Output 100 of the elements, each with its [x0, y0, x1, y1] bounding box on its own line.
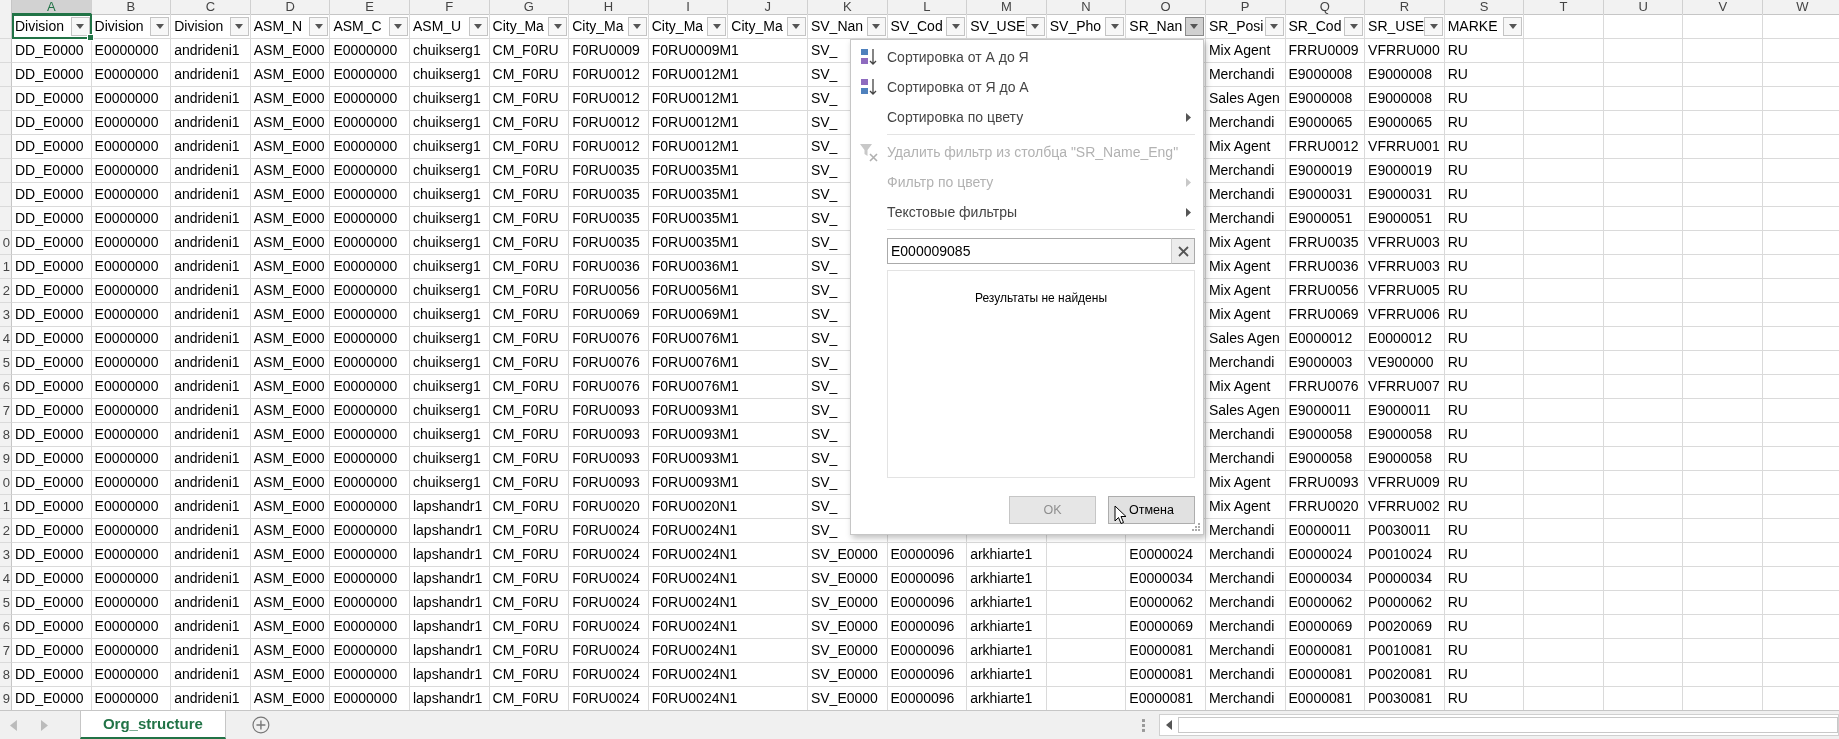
- column-header[interactable]: P: [1205, 0, 1286, 15]
- table-cell: ASM_E000: [250, 231, 331, 255]
- filter-dropdown-button[interactable]: [1503, 16, 1523, 36]
- column-header[interactable]: U: [1603, 0, 1684, 15]
- table-cell: FRRU0035: [1285, 231, 1366, 255]
- row-header[interactable]: 5: [0, 591, 12, 615]
- table-cell: E0000069: [1285, 615, 1366, 639]
- filter-dropdown-button[interactable]: [548, 16, 568, 36]
- table-cell: SV_E0000: [807, 663, 888, 687]
- sheet-tab[interactable]: Org_structure: [79, 710, 226, 739]
- filter-dropdown-button[interactable]: [786, 16, 806, 36]
- resize-grip-icon[interactable]: [1191, 522, 1201, 532]
- mouse-cursor-icon: [1114, 505, 1127, 525]
- filter-dropdown-button[interactable]: [1105, 16, 1125, 36]
- table-cell: lapshandr1: [409, 567, 490, 591]
- table-cell: andrideni1: [171, 351, 251, 375]
- table-cell: VFRRU006: [1365, 303, 1445, 327]
- filter-dropdown-button[interactable]: [150, 16, 170, 36]
- table-cell: DD_E0000: [12, 375, 92, 399]
- filter-dropdown-button[interactable]: [1424, 16, 1444, 36]
- column-header[interactable]: M: [967, 0, 1047, 15]
- column-header[interactable]: R: [1365, 0, 1445, 15]
- scroll-left-icon[interactable]: [1166, 720, 1172, 730]
- column-header[interactable]: G: [489, 0, 570, 15]
- column-header[interactable]: D: [250, 0, 331, 15]
- table-cell: DD_E0000: [12, 567, 92, 591]
- row-header[interactable]: 1: [0, 495, 12, 519]
- table-cell: ASM_E000: [250, 255, 331, 279]
- filter-dropdown-button[interactable]: [1025, 16, 1045, 36]
- column-header[interactable]: F: [409, 0, 490, 15]
- column-header[interactable]: J: [728, 0, 808, 15]
- filter-dropdown-button[interactable]: [309, 16, 329, 36]
- row-header[interactable]: 6: [0, 375, 12, 399]
- table-cell: andrideni1: [171, 159, 251, 183]
- row-header[interactable]: 9: [0, 687, 12, 710]
- column-header[interactable]: S: [1444, 0, 1525, 15]
- table-cell: VFRRU001: [1365, 135, 1445, 159]
- filter-dropdown-button[interactable]: [1264, 16, 1284, 36]
- table-cell: F0RU0093M1: [648, 423, 808, 447]
- filter-dropdown-button[interactable]: [1184, 16, 1204, 36]
- table-cell: Merchandi: [1205, 63, 1286, 87]
- filter-dropdown-button[interactable]: [627, 16, 647, 36]
- table-cell: F0RU0012M1: [648, 63, 808, 87]
- sort-descending-icon: [860, 77, 878, 97]
- column-header[interactable]: L: [887, 0, 968, 15]
- column-header[interactable]: W: [1763, 0, 1839, 15]
- filter-dropdown-button[interactable]: [229, 16, 249, 36]
- table-cell: andrideni1: [171, 255, 251, 279]
- horizontal-scrollbar[interactable]: [1159, 714, 1839, 736]
- filter-dropdown-button[interactable]: [1344, 16, 1364, 36]
- row-header[interactable]: 6: [0, 615, 12, 639]
- column-title: SR_Posi: [1208, 17, 1264, 35]
- table-cell: E0000096: [887, 615, 968, 639]
- caret-icon: [1190, 23, 1199, 29]
- row-header[interactable]: 0: [0, 231, 12, 255]
- row-header[interactable]: 5: [0, 351, 12, 375]
- search-field[interactable]: E000009085: [887, 238, 1171, 264]
- row-header[interactable]: 4: [0, 327, 12, 351]
- table-cell: chuikserg1: [409, 87, 490, 111]
- add-sheet-icon[interactable]: [251, 716, 270, 734]
- row-header[interactable]: 2: [0, 279, 12, 303]
- row-header[interactable]: 3: [0, 543, 12, 567]
- filter-dropdown-button[interactable]: [468, 16, 488, 36]
- table-cell: ASM_E000: [250, 375, 331, 399]
- row-header[interactable]: 7: [0, 399, 12, 423]
- row-header[interactable]: 3: [0, 303, 12, 327]
- table-cell: andrideni1: [171, 543, 251, 567]
- table-cell: RU: [1444, 207, 1525, 231]
- dialog-button[interactable]: Отмена: [1108, 496, 1195, 524]
- row-header[interactable]: 0: [0, 471, 12, 495]
- clear-search-button[interactable]: [1171, 238, 1195, 264]
- filter-dropdown-button[interactable]: [388, 16, 408, 36]
- table-cell: andrideni1: [171, 375, 251, 399]
- row-header[interactable]: 9: [0, 447, 12, 471]
- filter-dropdown-button[interactable]: [70, 16, 90, 36]
- row-header[interactable]: 2: [0, 519, 12, 543]
- row-header[interactable]: 4: [0, 567, 12, 591]
- column-header[interactable]: C: [171, 0, 251, 15]
- scrollbar-thumb[interactable]: [1178, 717, 1838, 733]
- row-header[interactable]: 1: [0, 255, 12, 279]
- column-header[interactable]: K: [807, 0, 888, 15]
- column-header[interactable]: V: [1683, 0, 1764, 15]
- filter-dropdown-button[interactable]: [946, 16, 966, 36]
- row-header[interactable]: 8: [0, 423, 12, 447]
- row-header[interactable]: 7: [0, 639, 12, 663]
- column-header[interactable]: I: [648, 0, 729, 15]
- column-header[interactable]: B: [91, 0, 172, 15]
- table-cell: E0000000: [91, 447, 172, 471]
- table-cell: F0RU0024N1: [648, 567, 808, 591]
- column-header[interactable]: N: [1046, 0, 1127, 15]
- filter-dropdown-button[interactable]: [707, 16, 727, 36]
- column-header[interactable]: H: [569, 0, 649, 15]
- column-header[interactable]: E: [330, 0, 410, 15]
- row-header[interactable]: 8: [0, 663, 12, 687]
- no-results-message: Результаты не найдены: [974, 291, 1108, 306]
- filter-dropdown-button[interactable]: [866, 16, 886, 36]
- column-header[interactable]: Q: [1285, 0, 1366, 15]
- column-header[interactable]: T: [1524, 0, 1604, 15]
- column-header[interactable]: O: [1126, 0, 1206, 15]
- splitter-grip-icon[interactable]: [1142, 718, 1145, 732]
